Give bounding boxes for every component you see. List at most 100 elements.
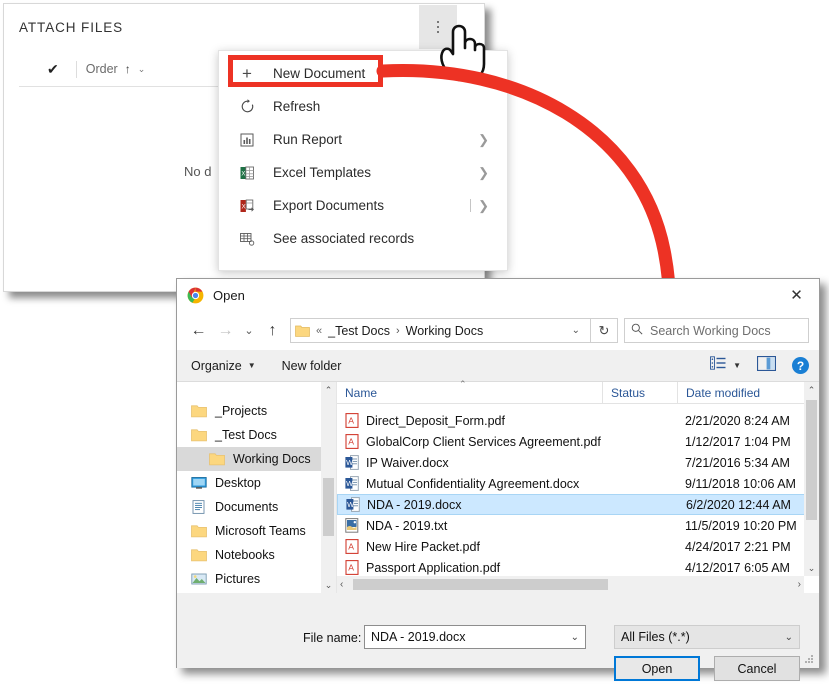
menu-item-refresh[interactable]: Refresh — [219, 90, 507, 123]
cancel-button[interactable]: Cancel — [714, 656, 800, 681]
file-date-cell: 1/12/2017 1:04 PM — [685, 434, 791, 449]
select-all-checkmark-icon[interactable]: ✔ — [47, 61, 59, 78]
column-header-name[interactable]: Name ⌃ — [337, 379, 602, 403]
tree-item-label: Notebooks — [215, 548, 275, 562]
menu-item-see-associated-records-label: See associated records — [273, 231, 415, 246]
menu-item-export-documents[interactable]: X Export Documents ❯ — [219, 189, 507, 222]
dialog-footer: File name: NDA - 2019.docx ⌄ All Files (… — [177, 593, 819, 681]
menu-item-excel-templates[interactable]: X Excel Templates ❯ — [219, 156, 507, 189]
file-date-cell: 11/5/2019 10:20 PM — [685, 518, 797, 533]
caret-down-icon: ▼ — [733, 361, 741, 370]
tree-item-documents[interactable]: Documents — [177, 495, 336, 519]
file-name-input[interactable]: NDA - 2019.docx ⌄ — [364, 625, 586, 649]
desktop-icon — [191, 476, 207, 490]
folder-icon — [295, 324, 310, 337]
change-view-button[interactable]: ▼ — [710, 356, 741, 375]
tree-item-working-docs[interactable]: Working Docs — [177, 447, 336, 471]
chevron-right-icon: ❯ — [478, 197, 489, 213]
scroll-up-icon[interactable]: ⌃ — [325, 382, 333, 398]
open-file-dialog: Open ✕ ← → ⌄ ↑ « _Test Docs › Working Do… — [176, 278, 820, 681]
back-button[interactable]: ← — [185, 317, 212, 344]
tree-scrollbar[interactable]: ⌃ ⌄ — [321, 382, 336, 593]
breadcrumb-item-1[interactable]: Working Docs — [406, 324, 484, 338]
chevron-right-icon: ❯ — [478, 131, 489, 147]
svg-text:A: A — [348, 563, 354, 573]
tree-item-projects[interactable]: _Projects — [177, 399, 336, 423]
new-folder-button[interactable]: New folder — [282, 359, 342, 373]
file-list-horizontal-scrollbar[interactable]: ‹ › — [337, 576, 804, 593]
column-header-status[interactable]: Status — [602, 382, 677, 403]
file-type-select[interactable]: All Files (*.*) ⌄ — [614, 625, 800, 649]
pdf-file-icon: A — [345, 434, 359, 449]
caret-down-icon: ▼ — [247, 361, 256, 370]
chevron-right-icon: ❯ — [478, 164, 489, 180]
tree-item-label: Microsoft Teams — [215, 524, 306, 538]
table-row[interactable]: A GlobalCorp Client Services Agreement.p… — [337, 431, 819, 452]
tree-item-desktop[interactable]: Desktop — [177, 471, 336, 495]
file-name-label: File name: — [303, 631, 362, 645]
table-row[interactable]: A Direct_Deposit_Form.pdf 2/21/2020 8:24… — [337, 410, 819, 431]
column-header-order[interactable]: Order ↑ ⌄ — [86, 62, 146, 76]
refresh-button[interactable]: ↻ — [591, 318, 618, 343]
scroll-right-icon[interactable]: › — [798, 579, 801, 590]
table-row[interactable]: W NDA - 2019.docx 6/2/2020 12:44 AM — [337, 494, 819, 515]
table-row[interactable]: A New Hire Packet.pdf 4/24/2017 2:21 PM — [337, 536, 819, 557]
file-name-cell: W Mutual Confidentiality Agreement.docx — [337, 476, 602, 491]
search-input[interactable]: Search Working Docs — [624, 318, 809, 343]
file-list-vertical-scrollbar[interactable]: ⌃ ⌄ — [804, 382, 819, 576]
view-list-icon — [710, 356, 726, 375]
file-name-label: NDA - 2019.txt — [366, 518, 448, 533]
forward-button[interactable]: → — [212, 317, 239, 344]
menu-item-see-associated-records[interactable]: See associated records — [219, 222, 507, 255]
scrollbar-thumb[interactable] — [353, 579, 608, 590]
scroll-left-icon[interactable]: ‹ — [340, 579, 343, 590]
file-date-cell: 9/11/2018 10:06 AM — [685, 476, 796, 491]
open-button[interactable]: Open — [614, 656, 700, 681]
hand-pointer-cursor — [434, 22, 486, 82]
address-dropdown-icon[interactable]: ⌄ — [566, 325, 586, 336]
tree-item-pictures[interactable]: Pictures — [177, 567, 336, 591]
organize-button[interactable]: Organize ▼ — [191, 359, 256, 373]
scroll-up-icon[interactable]: ⌃ — [808, 382, 816, 398]
tree-item-label: Desktop — [215, 476, 261, 490]
file-name-label: Mutual Confidentiality Agreement.docx — [366, 476, 580, 491]
scrollbar-thumb[interactable] — [323, 478, 334, 536]
help-icon[interactable]: ? — [792, 357, 809, 374]
svg-text:A: A — [348, 416, 354, 426]
up-button[interactable]: ↑ — [259, 317, 286, 344]
address-bar[interactable]: « _Test Docs › Working Docs ⌄ — [290, 318, 591, 343]
resize-grip-icon[interactable] — [805, 655, 815, 665]
divider — [75, 60, 77, 78]
table-row[interactable]: W IP Waiver.docx 7/21/2016 5:34 AM — [337, 452, 819, 473]
sort-ascending-icon: ⌃ — [459, 379, 467, 389]
table-row[interactable]: A Passport Application.pdf 4/12/2017 6:0… — [337, 557, 819, 578]
chevron-down-icon[interactable]: ⌄ — [785, 632, 793, 643]
column-header-date-modified[interactable]: Date modified — [677, 382, 819, 403]
menu-item-new-document-label: New Document — [273, 66, 366, 81]
table-row[interactable]: W Mutual Confidentiality Agreement.docx … — [337, 473, 819, 494]
svg-text:A: A — [348, 542, 354, 552]
tree-item-notebooks[interactable]: Notebooks — [177, 543, 336, 567]
scroll-down-icon[interactable]: ⌄ — [325, 577, 333, 593]
folder-icon — [191, 404, 207, 418]
table-row[interactable]: NDA - 2019.txt 11/5/2019 10:20 PM — [337, 515, 819, 536]
menu-item-run-report[interactable]: Run Report ❯ — [219, 123, 507, 156]
tree-item-test-docs[interactable]: _Test Docs — [177, 423, 336, 447]
chevron-down-icon[interactable]: ⌄ — [571, 632, 579, 643]
chrome-logo-icon — [187, 287, 204, 304]
tree-item-label: _Projects — [215, 404, 268, 418]
svg-text:W: W — [346, 479, 353, 488]
scroll-down-icon[interactable]: ⌄ — [808, 560, 816, 576]
pdf-file-icon: A — [345, 560, 359, 575]
page-title: ATTACH FILES — [19, 20, 124, 35]
scrollbar-thumb[interactable] — [806, 400, 817, 520]
dialog-title: Open — [213, 287, 245, 303]
tree-item-microsoft-teams[interactable]: Microsoft Teams — [177, 519, 336, 543]
close-icon[interactable]: ✕ — [774, 279, 819, 310]
recent-locations-button[interactable]: ⌄ — [239, 317, 259, 344]
file-name-cell: A Passport Application.pdf — [337, 560, 602, 575]
magnifier-icon — [631, 322, 643, 340]
breadcrumb-item-0[interactable]: _Test Docs — [328, 324, 390, 338]
chevron-down-icon[interactable]: ⌄ — [138, 64, 146, 75]
preview-pane-button[interactable] — [756, 355, 777, 376]
